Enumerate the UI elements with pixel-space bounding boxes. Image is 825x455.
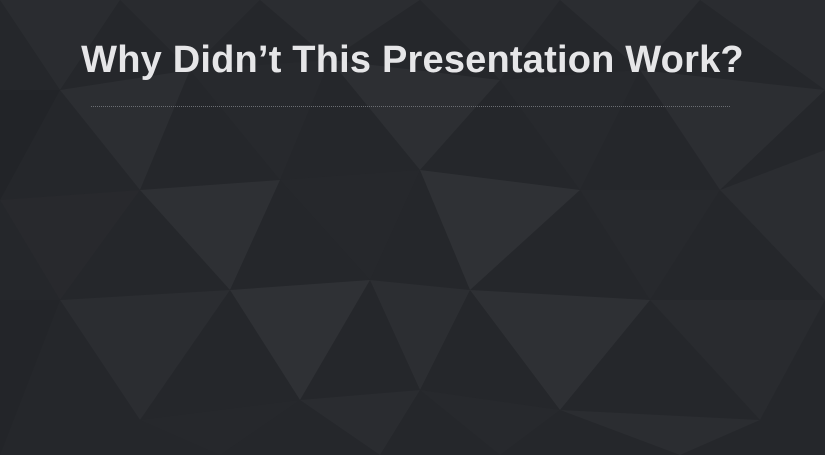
presentation-slide: Why Didn’t This Presentation Work? <box>0 0 825 455</box>
slide-title: Why Didn’t This Presentation Work? <box>81 39 744 81</box>
title-divider <box>91 106 730 107</box>
